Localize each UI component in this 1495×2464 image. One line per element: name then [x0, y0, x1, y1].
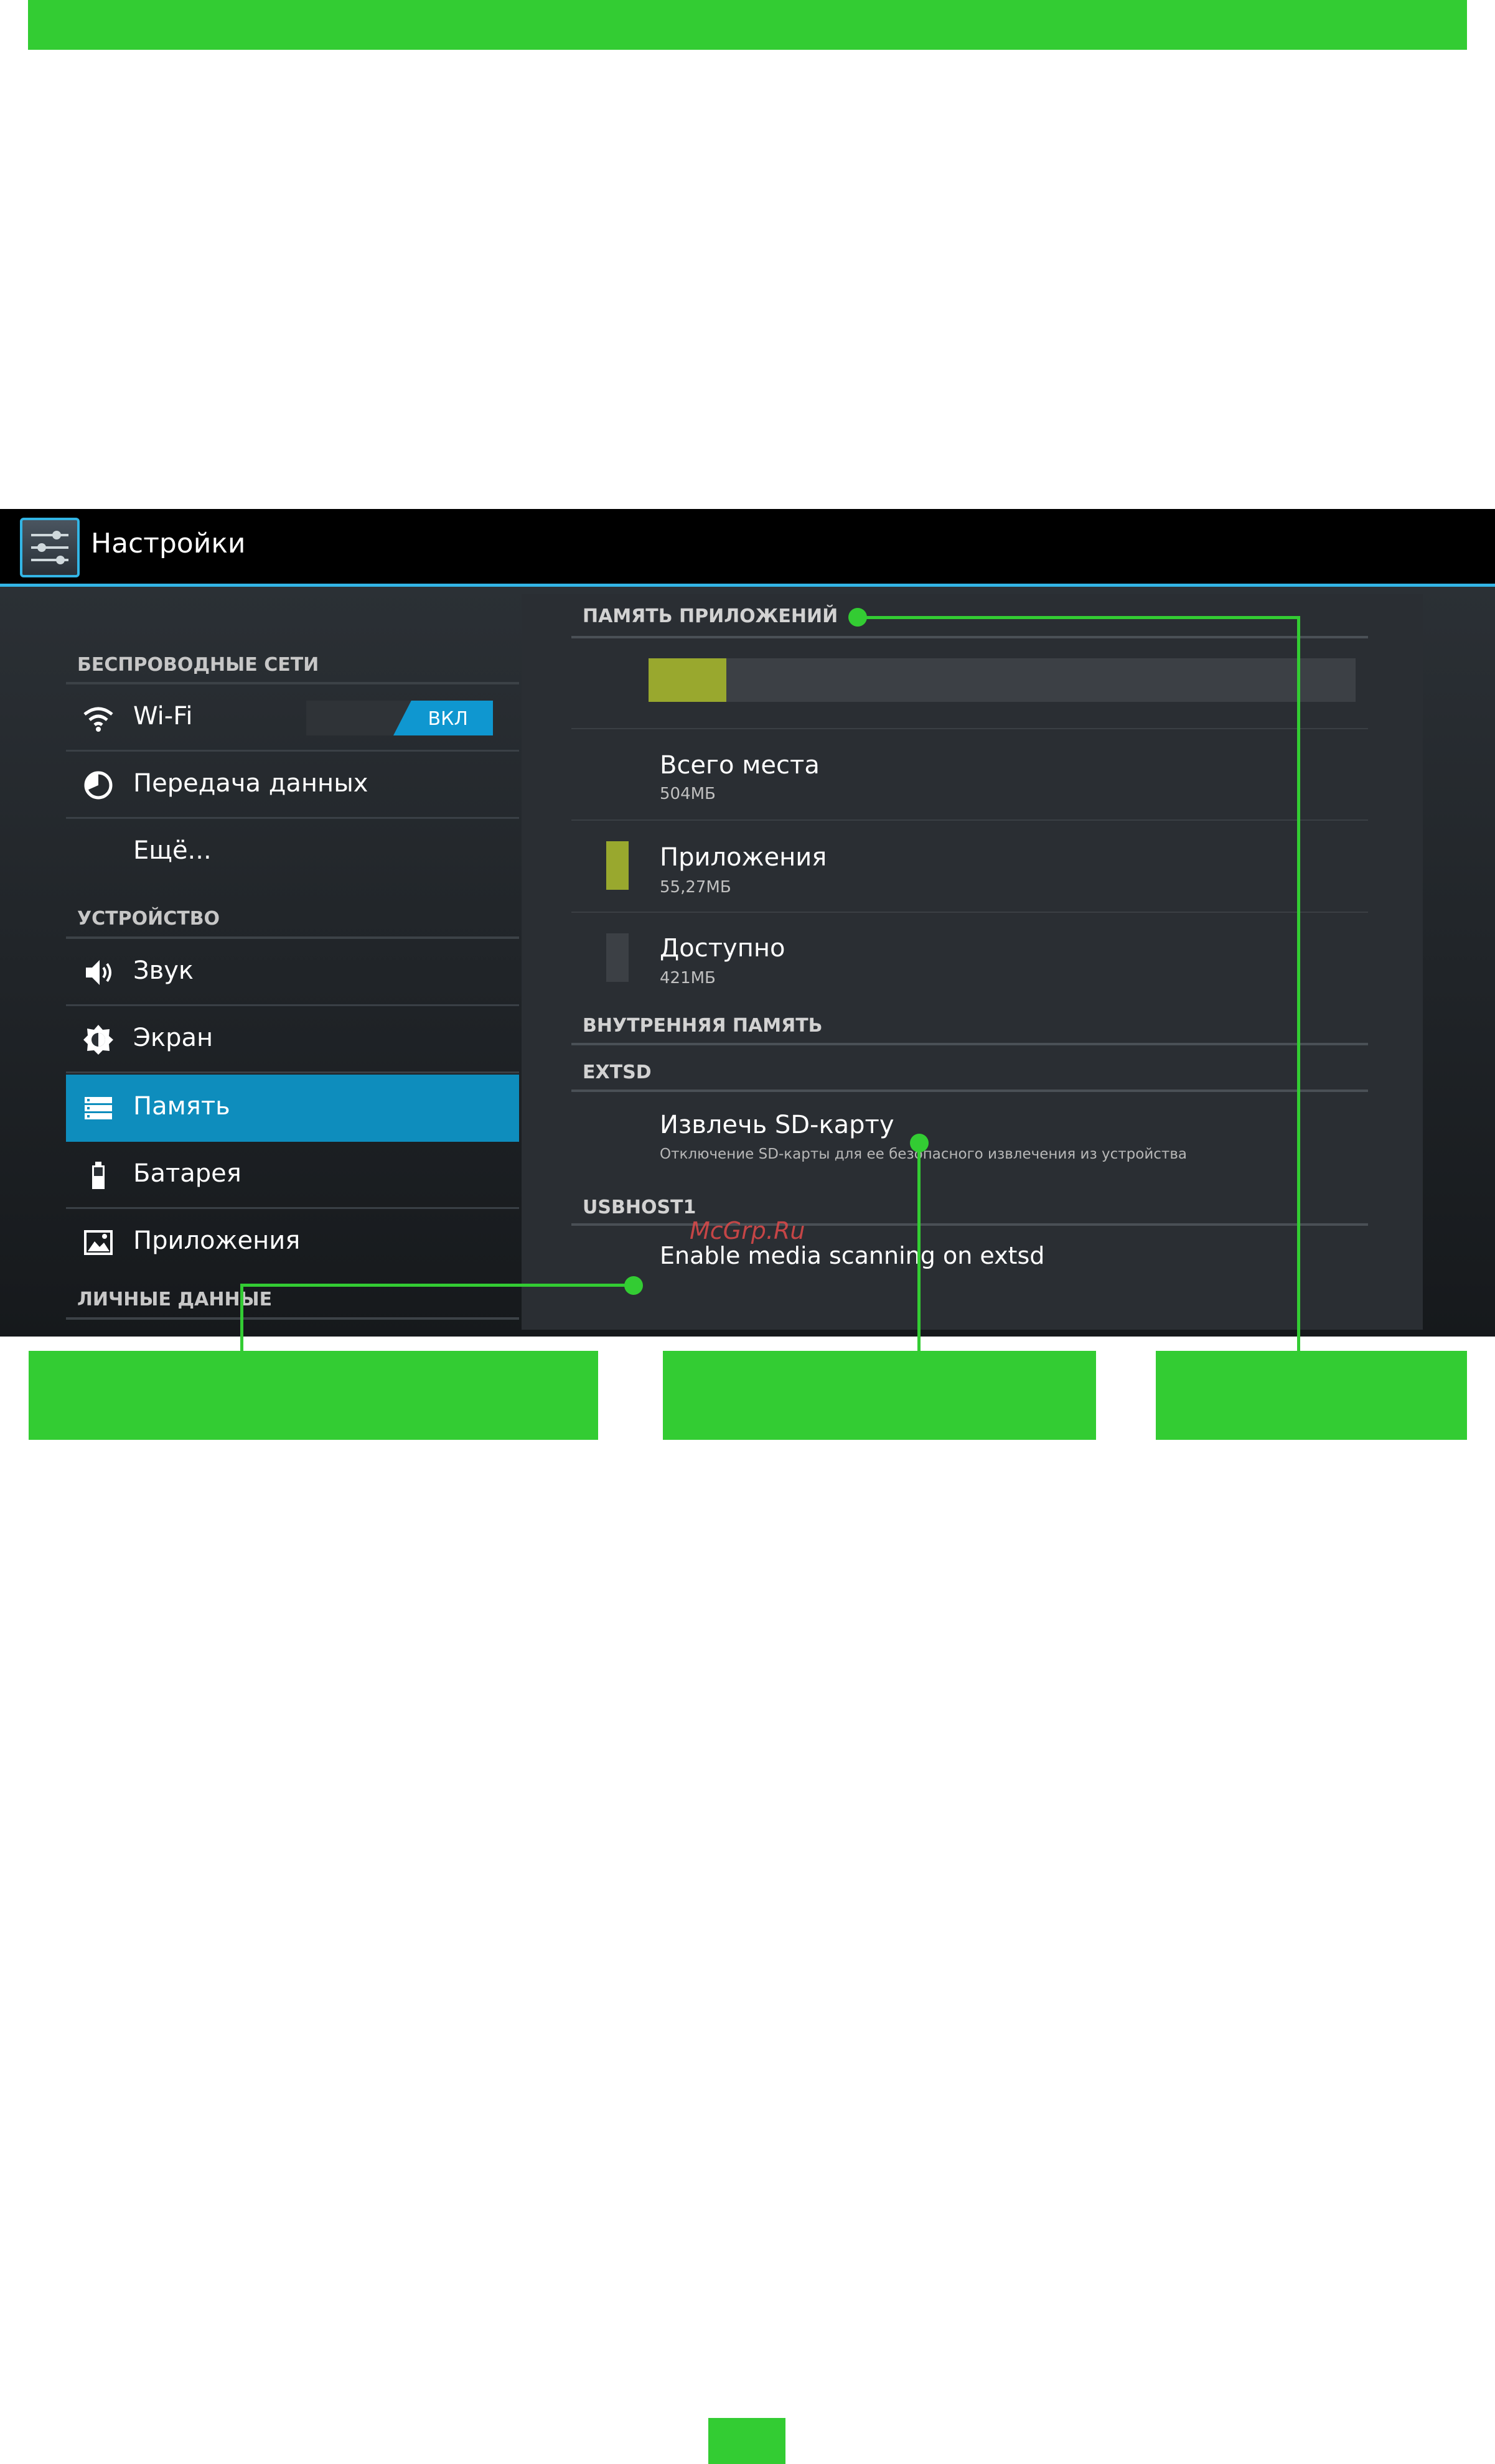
- category-divider: [66, 1317, 519, 1320]
- callout-box-left: [29, 1351, 598, 1440]
- eject-sd-title: Извлечь SD-карту: [660, 1111, 894, 1139]
- sidebar-item-label: Приложения: [133, 1226, 301, 1255]
- wifi-toggle-switch[interactable]: ВКЛ: [306, 701, 493, 735]
- sidebar-item-label: Батарея: [133, 1159, 241, 1188]
- callout-line: [241, 1284, 634, 1287]
- apps-storage-title: Приложения: [660, 843, 827, 872]
- toggle-state-label: ВКЛ: [428, 708, 468, 730]
- sidebar-item-label: Ещё...: [133, 836, 212, 865]
- sidebar-item-apps[interactable]: Приложения: [66, 1209, 519, 1276]
- data-usage-icon: [82, 769, 115, 801]
- total-space-value: 504МБ: [660, 785, 716, 803]
- android-settings-screen: Настройки БЕСПРОВОДНЫЕ СЕТИ Wi-Fi ВКЛ Пе…: [0, 509, 1495, 1337]
- media-scanning-title: Enable media scanning on extsd: [660, 1242, 1045, 1269]
- available-title: Доступно: [660, 934, 785, 963]
- category-wireless: БЕСПРОВОДНЫЕ СЕТИ: [77, 654, 319, 676]
- category-device: УСТРОЙСТВО: [77, 908, 220, 930]
- storage-icon: [82, 1092, 115, 1124]
- callout-line: [917, 1143, 921, 1351]
- sidebar-item-label: Передача данных: [133, 769, 368, 798]
- page-number-box: [708, 2418, 785, 2464]
- callout-line: [1297, 616, 1300, 1351]
- sidebar-item-storage[interactable]: Память: [66, 1075, 519, 1142]
- sidebar-item-label: Память: [133, 1092, 230, 1121]
- sidebar-item-display[interactable]: Экран: [66, 1006, 519, 1073]
- section-header-internal-storage: ВНУТРЕННЯЯ ПАМЯТЬ: [583, 1015, 823, 1037]
- callout-line: [240, 1284, 243, 1351]
- apps-color-swatch: [606, 841, 629, 890]
- callout-box-middle: [663, 1351, 1096, 1440]
- section-header-app-storage: ПАМЯТЬ ПРИЛОЖЕНИЙ: [583, 605, 838, 627]
- row-divider: [571, 819, 1368, 821]
- apps-icon: [82, 1226, 115, 1259]
- storage-usage-bar: [649, 658, 1356, 702]
- total-space-title: Всего места: [660, 751, 820, 780]
- sidebar-item-sound[interactable]: Звук: [66, 939, 519, 1006]
- sidebar-item-data-usage[interactable]: Передача данных: [66, 752, 519, 819]
- sidebar-item-more[interactable]: Ещё...: [66, 819, 519, 886]
- storage-details-pane: ПАМЯТЬ ПРИЛОЖЕНИЙ Всего места 504МБ Прил…: [522, 594, 1423, 1330]
- app-title: Настройки: [91, 528, 246, 559]
- storage-usage-fill: [649, 658, 726, 702]
- watermark-text: McGrp.Ru: [690, 1217, 805, 1244]
- sidebar-item-label: Wi-Fi: [133, 702, 193, 730]
- header-green-bar: [28, 0, 1467, 50]
- brightness-icon: [82, 1024, 115, 1056]
- row-divider: [571, 728, 1368, 729]
- speaker-icon: [82, 956, 115, 989]
- battery-icon: [82, 1159, 115, 1192]
- eject-sd-description: Отключение SD-карты для ее безопасного и…: [660, 1146, 1187, 1162]
- sidebar-item-battery[interactable]: Батарея: [66, 1142, 519, 1209]
- action-bar: Настройки: [0, 509, 1495, 587]
- section-header-usbhost: USBHOST1: [583, 1197, 696, 1218]
- sidebar-item-label: Экран: [133, 1024, 213, 1052]
- available-color-swatch: [606, 933, 629, 982]
- section-header-extsd: EXTSD: [583, 1062, 652, 1083]
- apps-storage-value: 55,27МБ: [660, 878, 731, 897]
- callout-line: [858, 616, 1300, 619]
- sidebar-item-wifi[interactable]: Wi-Fi ВКЛ: [66, 684, 519, 752]
- section-divider: [571, 636, 1368, 638]
- eject-sd-row[interactable]: Извлечь SD-карту Отключение SD-карты для…: [571, 1092, 1368, 1185]
- settings-app-icon[interactable]: [20, 518, 80, 577]
- wifi-icon: [82, 702, 115, 734]
- row-divider: [571, 912, 1368, 913]
- section-divider: [571, 1043, 1368, 1045]
- callout-box-right: [1156, 1351, 1467, 1440]
- available-value: 421МБ: [660, 969, 716, 987]
- sidebar-item-label: Звук: [133, 956, 194, 985]
